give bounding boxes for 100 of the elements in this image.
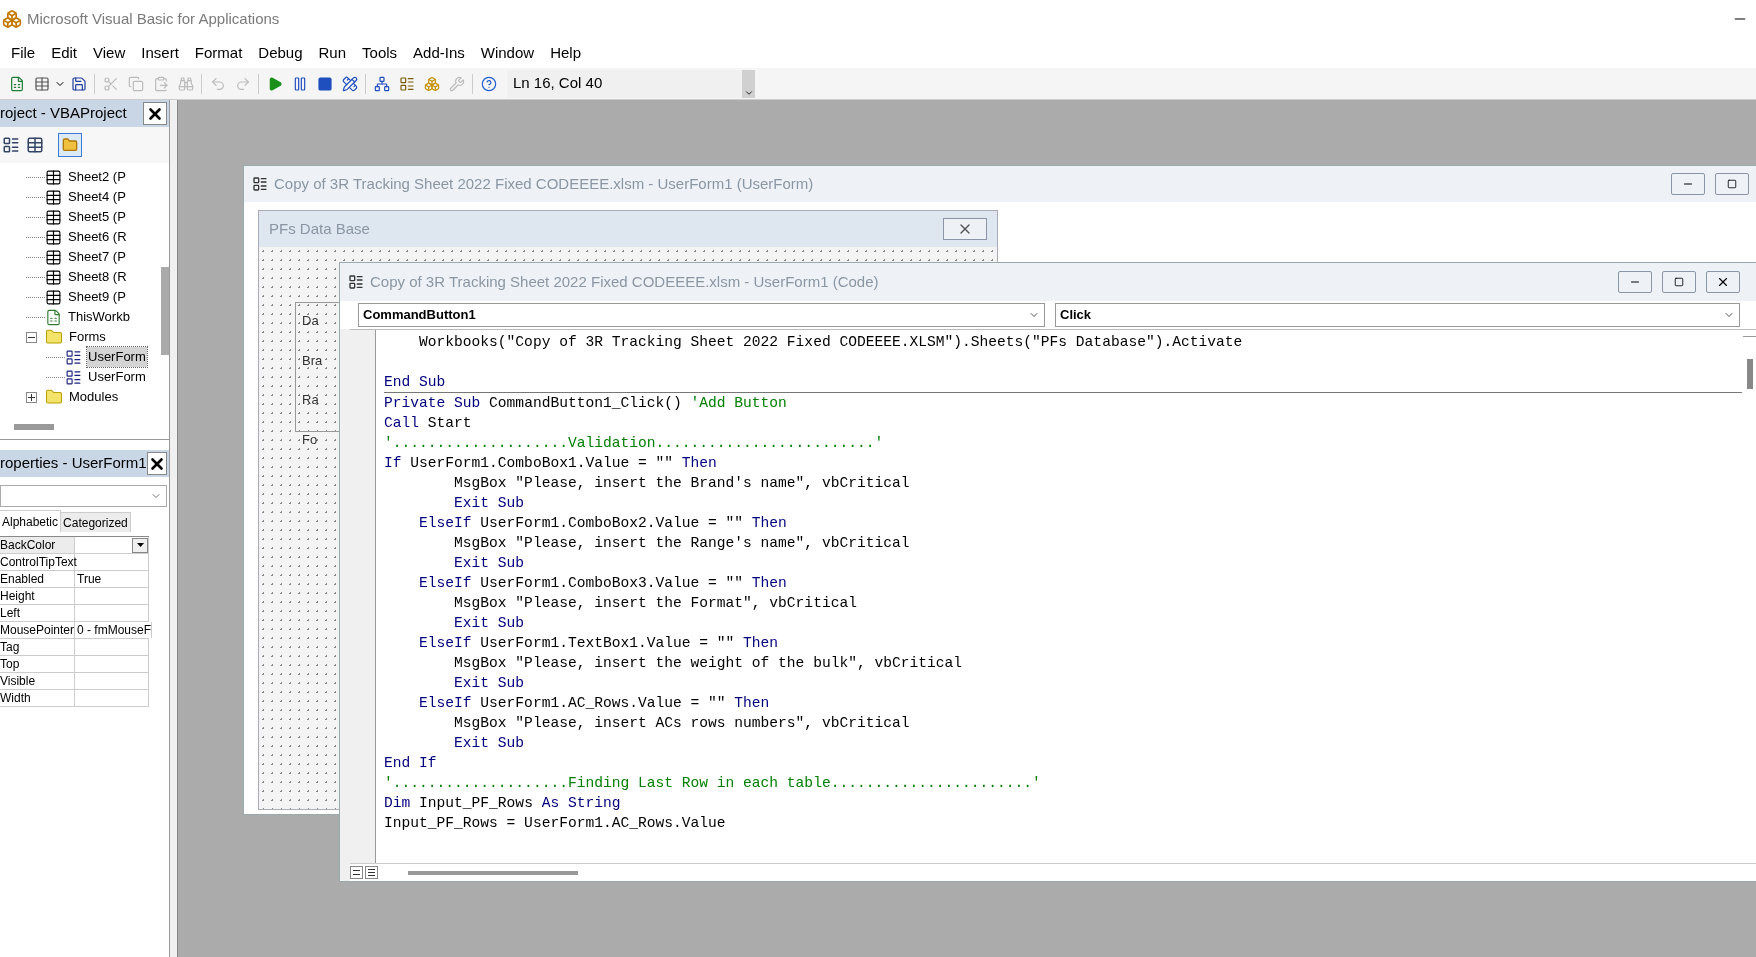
code-line: If UserForm1.ComboBox1.Value = "" Then [384, 454, 717, 473]
tree-item[interactable]: Modules [68, 387, 120, 407]
form-label: Da [302, 312, 319, 330]
form-title: PFs Data Base [269, 218, 370, 239]
property-name[interactable]: ControlTipText [0, 554, 75, 570]
property-name[interactable]: Tag [0, 639, 75, 655]
close-button[interactable] [1706, 271, 1740, 293]
tree-item[interactable]: Sheet7 (P [67, 247, 127, 267]
code-line: MsgBox "Please, insert the Brand's name", vbCritical [453, 474, 910, 493]
tree-item[interactable]: Sheet9 (P [67, 287, 127, 307]
menu-item[interactable]: Tools [356, 41, 404, 65]
scrollbar-thumb[interactable] [408, 870, 578, 875]
form-icon [252, 176, 268, 192]
menu-item[interactable]: Edit [45, 41, 84, 65]
close-button[interactable] [146, 452, 167, 475]
window-title: Microsoft Visual Basic for Applications [27, 8, 280, 29]
app-icon [2, 9, 22, 29]
dropdown-button[interactable] [132, 537, 148, 553]
code-line: ElseIf UserForm1.TextBox1.Value = "" Then [418, 634, 779, 653]
tree-item[interactable]: UserForm [87, 367, 147, 387]
property-name[interactable]: Visible [0, 673, 75, 689]
property-name[interactable]: Width [0, 690, 75, 706]
menu-item[interactable]: Help [544, 41, 587, 65]
code-line: Call Start [384, 414, 472, 433]
tree-item[interactable]: Sheet6 (R [67, 227, 128, 247]
property-name[interactable]: Top [0, 656, 75, 672]
code-line: End If [384, 754, 437, 773]
code-line: Exit Sub [453, 614, 525, 633]
sheet-icon [45, 208, 62, 226]
form-icon [65, 348, 82, 366]
menu-item[interactable]: Window [474, 41, 541, 65]
code-line: ElseIf UserForm1.ComboBox2.Value = "" Then [418, 514, 787, 533]
close-button[interactable] [143, 102, 167, 125]
cursor-position: Ln 16, Col 40 [507, 69, 742, 98]
folder-icon [45, 388, 63, 406]
menu-item[interactable]: Debug [252, 41, 309, 65]
object-dropdown[interactable]: CommandButton1 [358, 303, 1045, 327]
view-object-icon[interactable] [26, 136, 44, 154]
tree-item[interactable]: UserForm [87, 347, 147, 367]
help-icon[interactable] [480, 75, 497, 92]
maximize-button[interactable] [1715, 173, 1749, 195]
scrollbar-thumb[interactable] [161, 267, 169, 355]
sheet-icon [45, 228, 62, 246]
property-name[interactable]: Left [0, 605, 75, 621]
lines-icon [353, 870, 360, 875]
tree-item[interactable]: Sheet8 (R [67, 267, 128, 287]
spreadsheet-icon[interactable] [8, 75, 25, 92]
menu-item[interactable]: File [5, 41, 42, 65]
menu-item[interactable]: Add-Ins [407, 41, 471, 65]
menu-item[interactable]: Insert [135, 41, 185, 65]
tree-item[interactable]: Forms [68, 327, 107, 347]
tree-icon[interactable] [373, 75, 390, 92]
panel-title: roperties - UserForm1 [0, 453, 147, 474]
code-line: ElseIf UserForm1.ComboBox3.Value = "" Then [418, 574, 787, 593]
code-icon [348, 274, 364, 290]
form-icon [65, 368, 82, 386]
property-value[interactable]: 0 - fmMouseF [77, 621, 151, 639]
code-line: Private Sub CommandButton1_Click() 'Add Button [384, 394, 787, 413]
procedure-dropdown[interactable]: Click [1055, 303, 1740, 327]
sheet-icon [45, 288, 62, 306]
tab[interactable]: Alphabetic [0, 510, 62, 532]
tree-item[interactable]: Sheet4 (P [67, 187, 127, 207]
minimize-button[interactable] [1618, 271, 1652, 293]
object-dropdown[interactable] [0, 485, 167, 507]
sheet-icon [45, 268, 62, 286]
toolbar-options-button[interactable] [742, 69, 755, 98]
window-title: Copy of 3R Tracking Sheet 2022 Fixed CODEEEE.xlsm - UserForm1 (Code) [370, 271, 879, 292]
scrollbar-thumb[interactable] [14, 424, 54, 430]
full-module-view-button[interactable] [365, 866, 378, 879]
insert-form-icon[interactable] [33, 75, 50, 92]
code-line: Dim Input_PF_Rows As String [384, 794, 621, 813]
tree-item[interactable]: Sheet2 (P [67, 167, 127, 187]
properties-icon[interactable] [398, 75, 415, 92]
property-name[interactable]: BackColor [0, 537, 75, 553]
ruler-pencil-icon[interactable] [341, 75, 358, 92]
tree-item[interactable]: ThisWorkb [67, 307, 131, 327]
toggle-folders-button[interactable] [58, 133, 82, 157]
tree-item[interactable]: Sheet5 (P [67, 207, 127, 227]
property-name[interactable]: Enabled [0, 571, 75, 587]
collapse-toggle[interactable] [26, 331, 37, 343]
minimize-button[interactable] [1671, 173, 1705, 195]
code-line: Input_PF_Rows = UserForm1.AC_Rows.Value [384, 814, 726, 833]
view-code-icon[interactable] [2, 136, 20, 154]
scrollbar-thumb[interactable] [1747, 359, 1753, 389]
property-value[interactable]: True [77, 570, 102, 588]
save-icon[interactable] [70, 75, 87, 92]
procedure-view-button[interactable] [350, 866, 363, 879]
tab[interactable]: Categorized [61, 512, 131, 532]
boxes-icon[interactable] [423, 75, 440, 92]
code-line: Exit Sub [453, 734, 525, 753]
menu-item[interactable]: Format [188, 41, 249, 65]
maximize-button[interactable] [1662, 271, 1696, 293]
expand-toggle[interactable] [26, 391, 37, 403]
property-name[interactable]: MousePointer [0, 622, 75, 638]
workbook-icon [45, 308, 62, 326]
property-name[interactable]: Height [0, 588, 75, 604]
stop-icon[interactable] [316, 75, 333, 92]
menu-item[interactable]: View [87, 41, 132, 65]
sheet-icon [45, 188, 62, 206]
menu-item[interactable]: Run [312, 41, 353, 65]
